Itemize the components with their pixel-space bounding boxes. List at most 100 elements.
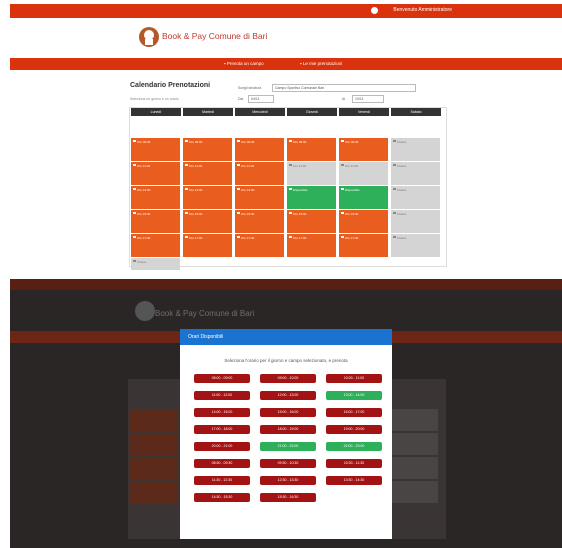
slot-marker-icon <box>133 140 136 142</box>
slot-label: Ore 11:00 <box>293 164 307 168</box>
date-to-input[interactable]: 10/11 <box>352 95 384 103</box>
slot-label: Ore 11:00 <box>345 164 359 168</box>
time-slot-button[interactable]: 15:00 - 16:00 <box>260 408 316 417</box>
time-slot-button[interactable]: 13:30 - 14:30 <box>326 476 382 485</box>
calendar-slot[interactable]: Ore 11:00 <box>235 162 284 186</box>
dimmed-slot <box>129 433 178 455</box>
time-slot-button[interactable]: 19:00 - 20:00 <box>326 425 382 434</box>
calendar-slot[interactable]: Ore 11:00 <box>131 162 180 186</box>
time-slot-button[interactable]: 08:30 - 09:30 <box>194 459 250 468</box>
calendar-screen: Benvenuto Amministratore Book & Pay Comu… <box>10 0 562 270</box>
slot-label: Chiuso <box>397 164 407 168</box>
slot-marker-icon <box>133 164 136 166</box>
slot-label: Chiuso <box>397 212 407 216</box>
time-slot-button[interactable]: 11:00 - 12:00 <box>194 391 250 400</box>
slot-marker-icon <box>237 164 240 166</box>
calendar-slot[interactable]: Disponibile <box>339 186 388 210</box>
day-column: Sabato Chiuso Chiuso Chiuso Chiuso Chiuso <box>391 108 443 266</box>
calendar-slot[interactable]: Ore 17:00 <box>339 234 388 258</box>
calendar-slot[interactable]: Ore 11:00 <box>287 162 336 186</box>
time-slot-button[interactable]: 22:00 - 23:00 <box>326 442 382 451</box>
modal-header: Orari Disponibili <box>180 329 392 345</box>
calendar-slot[interactable]: Ore 17:00 <box>131 234 180 258</box>
time-slot-button[interactable]: 14:30 - 15:30 <box>194 493 250 502</box>
slot-marker-icon <box>185 188 188 190</box>
slot-marker-icon <box>289 140 292 142</box>
time-slot-button[interactable]: 20:00 - 21:00 <box>194 442 250 451</box>
slot-label: Ore 13:00 <box>241 188 255 192</box>
time-slot-button[interactable]: 11:30 - 12:30 <box>194 476 250 485</box>
top-bar: Benvenuto Amministratore <box>10 4 562 18</box>
time-slot-button[interactable]: 21:00 - 22:00 <box>260 442 316 451</box>
dimmed-day-column <box>129 379 181 539</box>
time-slot-button[interactable]: 13:00 - 14:00 <box>326 391 382 400</box>
nav-item-book[interactable]: ▪ Prenota un campo <box>224 61 264 66</box>
time-slot-button[interactable]: 15:30 - 16:30 <box>260 493 316 502</box>
calendar-slot[interactable]: Ore 09:00 <box>183 138 232 162</box>
time-slot-button[interactable]: 17:00 - 18:00 <box>194 425 250 434</box>
calendar-slot[interactable]: Ore 11:00 <box>339 162 388 186</box>
slot-label: Ore 17:00 <box>189 236 203 240</box>
calendar-slot[interactable]: Chiuso <box>391 138 440 162</box>
slot-label: Ore 09:00 <box>137 140 151 144</box>
slot-marker-icon <box>237 188 240 190</box>
brand-name[interactable]: Book & Pay Comune di Bari <box>162 31 267 41</box>
calendar-slot[interactable]: Ore 11:00 <box>183 162 232 186</box>
slot-label: Chiuso <box>397 188 407 192</box>
slot-marker-icon <box>341 188 344 190</box>
calendar-slot[interactable]: Chiuso <box>391 234 440 258</box>
calendar-slot[interactable]: Disponibile <box>287 186 336 210</box>
calendar-slot[interactable]: Ore 09:00 <box>235 138 284 162</box>
time-slot-button[interactable]: 16:00 - 17:00 <box>326 408 382 417</box>
modal-description: Seleziona l'orario per il giorno e campo… <box>224 358 348 363</box>
time-slot-button[interactable]: 14:00 - 15:00 <box>194 408 250 417</box>
calendar-grid: Lunedì Ore 09:00 Ore 11:00 Ore 13:00 Ore 15:… <box>129 107 447 270</box>
slot-marker-icon <box>289 164 292 166</box>
calendar-slot[interactable]: Ore 15:00 <box>339 210 388 234</box>
calendar-slot[interactable]: Ore 09:00 <box>131 138 180 162</box>
calendar-slot[interactable]: Ore 15:00 <box>287 210 336 234</box>
nav-item-my-bookings[interactable]: ▪ Le mie prenotazioni <box>300 61 342 66</box>
day-column: Giovedì Ore 09:00 Ore 11:00 Disponibile Ore … <box>287 108 339 266</box>
time-slot-button[interactable]: 08:00 - 09:00 <box>194 374 250 383</box>
time-slot-button[interactable]: 09:00 - 10:00 <box>260 374 316 383</box>
calendar-slot[interactable]: Ore 17:00 <box>183 234 232 258</box>
day-column: Venerdì Ore 09:00 Ore 11:00 Disponibile Ore … <box>339 108 391 266</box>
time-slot-button[interactable]: 10:00 - 11:00 <box>326 374 382 383</box>
date-from-input[interactable]: 04/11 <box>248 95 274 103</box>
calendar-slot[interactable]: Ore 17:00 <box>235 234 284 258</box>
calendar-slot[interactable]: Chiuso <box>391 186 440 210</box>
calendar-slot[interactable]: Chiuso <box>391 210 440 234</box>
date-to-label: Al <box>342 97 346 101</box>
calendar-slot[interactable]: Ore 13:00 <box>183 186 232 210</box>
slot-marker-icon <box>133 212 136 214</box>
time-slot-button[interactable]: 10:30 - 11:30 <box>326 459 382 468</box>
time-slot-button[interactable]: 09:30 - 10:30 <box>260 459 316 468</box>
calendar-slot[interactable]: Ore 09:00 <box>287 138 336 162</box>
calendar-slot[interactable]: Ore 13:00 <box>235 186 284 210</box>
slot-label: Ore 17:00 <box>241 236 255 240</box>
slot-marker-icon <box>185 212 188 214</box>
calendar-slot[interactable]: Ore 15:00 <box>131 210 180 234</box>
calendar-slot[interactable]: Ore 17:00 <box>287 234 336 258</box>
user-label[interactable]: Benvenuto Amministratore <box>393 7 452 13</box>
facility-select[interactable]: Campo Sportivo Comunale Bari <box>272 84 416 92</box>
slot-label: Ore 09:00 <box>345 140 359 144</box>
calendar-slot[interactable]: Ore 15:00 <box>235 210 284 234</box>
slot-label: Ore 15:00 <box>189 212 203 216</box>
logo-icon <box>139 27 159 47</box>
time-slot-button[interactable]: 12:00 - 13:00 <box>260 391 316 400</box>
slot-label: Ore 11:00 <box>137 164 151 168</box>
user-icon[interactable] <box>371 7 378 14</box>
calendar-slot[interactable]: Chiuso <box>131 258 180 270</box>
calendar-slot[interactable]: Ore 15:00 <box>183 210 232 234</box>
slot-marker-icon <box>393 188 396 190</box>
day-column: Lunedì Ore 09:00 Ore 11:00 Ore 13:00 Ore 15:… <box>131 108 183 270</box>
slot-label: Ore 15:00 <box>137 212 151 216</box>
calendar-slot[interactable]: Ore 13:00 <box>131 186 180 210</box>
calendar-slot[interactable]: Ore 09:00 <box>339 138 388 162</box>
time-slot-button[interactable]: 18:00 - 19:00 <box>260 425 316 434</box>
time-slot-button[interactable]: 12:30 - 13:30 <box>260 476 316 485</box>
dimmed-slot <box>129 457 178 479</box>
calendar-slot[interactable]: Chiuso <box>391 162 440 186</box>
